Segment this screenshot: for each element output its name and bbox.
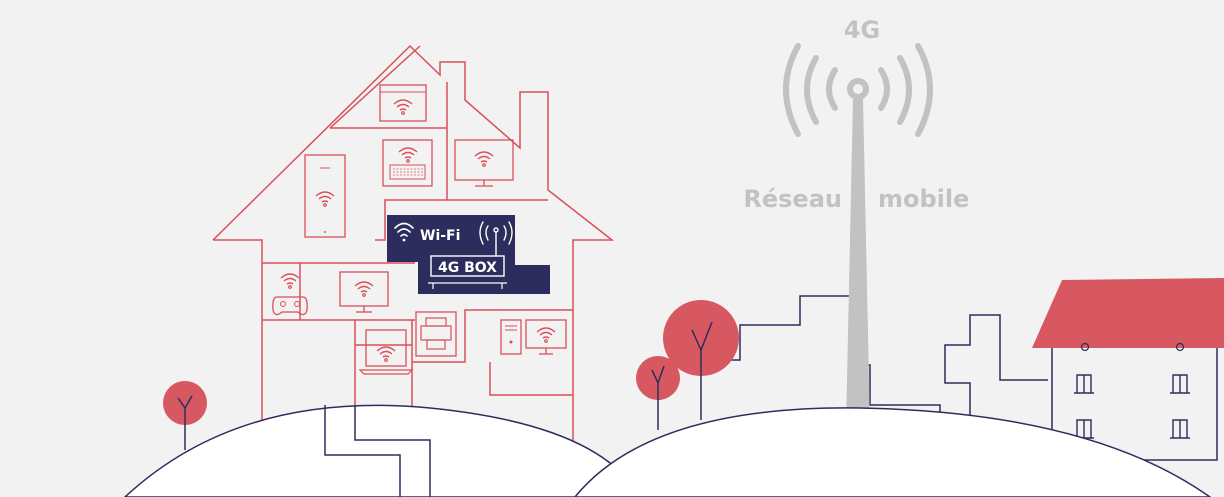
- keyboard-icon: [382, 139, 433, 187]
- laptop-icon: [379, 84, 427, 122]
- router-wifi-label: Wi-Fi: [420, 228, 460, 244]
- laptop-icon: [358, 329, 414, 375]
- hill-left: [123, 404, 641, 497]
- gamepad-icon: [272, 273, 308, 316]
- antenna-tower: [846, 78, 870, 430]
- router-4g-box: [387, 215, 550, 294]
- wifi-icon: [536, 327, 556, 343]
- wifi-icon: [315, 191, 335, 208]
- network-word-left: Réseau: [743, 185, 842, 213]
- monitor-icon: [339, 271, 389, 313]
- tree-large: [663, 300, 739, 420]
- wifi-icon: [398, 147, 418, 164]
- tree-small-left: [163, 381, 207, 450]
- wifi-icon: [474, 151, 494, 168]
- wifi-icon: [393, 99, 413, 116]
- building-windows: [1074, 374, 1190, 439]
- scene-svg: 4G Réseau mobile Wi-Fi 4G BOX: [123, 16, 1224, 497]
- tree-small: [636, 356, 680, 430]
- wifi-icon: [280, 273, 300, 289]
- tablet-icon: [304, 154, 346, 238]
- monitor-icon: [454, 139, 514, 187]
- printer-icon: [415, 311, 457, 357]
- computer-tower-icon: [500, 319, 522, 355]
- illustration: 4G Réseau mobile Wi-Fi 4G BOX: [0, 0, 1224, 497]
- wifi-icon: [354, 281, 374, 297]
- router-box-label: 4G BOX: [438, 260, 497, 276]
- network-word-right: mobile: [878, 185, 969, 213]
- hill-right: [574, 407, 1212, 497]
- tower-4g-label: 4G: [844, 16, 880, 44]
- wifi-icon: [376, 346, 396, 362]
- monitor-icon: [525, 319, 567, 355]
